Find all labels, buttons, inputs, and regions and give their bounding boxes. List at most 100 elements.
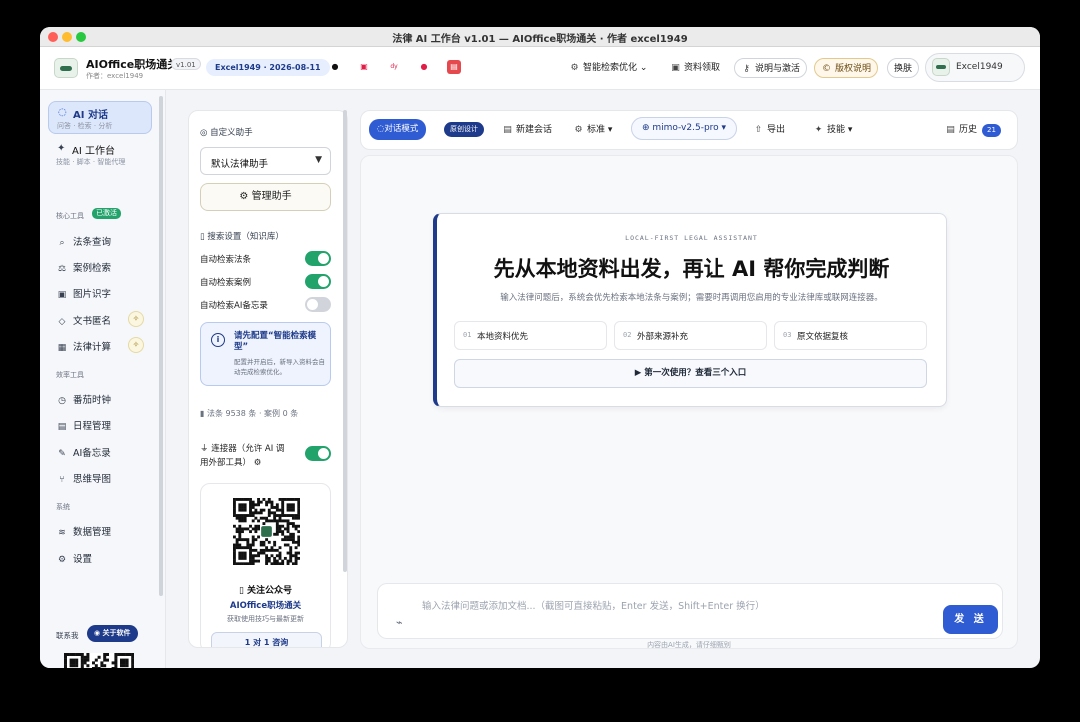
sidebar-item-ai-workbench[interactable]: ✦ AI 工作台 技能 · 脚本 · 智能代理: [48, 138, 152, 171]
activated-badge: 已激活: [92, 208, 121, 219]
globe-icon: ⊕: [641, 123, 653, 133]
welcome-subtitle: 输入法律问题后，系统会优先检索本地法条与案例；需要时再调用您启用的专业法律库或联…: [500, 293, 883, 303]
sidebar-item-ai-chat[interactable]: ◌ AI 对话 问答 · 检索 · 分析: [48, 101, 152, 134]
sidebar-item-ocr[interactable]: ▣ 图片识字: [56, 286, 111, 300]
activate-button[interactable]: ⚷ 说明与激活: [734, 58, 808, 78]
app-logo: [54, 58, 78, 78]
sidebar-item-pomodoro[interactable]: ◷ 番茄时钟: [56, 392, 111, 406]
auto-law-toggle[interactable]: [305, 251, 331, 266]
user-date-pill: Excel1949 · 2026-08-11: [206, 59, 330, 76]
phone-icon: ▯: [238, 586, 248, 596]
copyright-icon: ©: [822, 64, 831, 74]
shield-icon: ◇: [58, 317, 66, 327]
sidebar-item-mindmap[interactable]: ⑂ 思维导图: [56, 471, 111, 485]
sparkle-icon: ✦: [57, 143, 66, 154]
resources-button[interactable]: ▣ 资料领取: [664, 58, 726, 78]
step-card[interactable]: 02 外部来源补充: [614, 321, 767, 350]
chat-bubble-icon: ◌: [58, 107, 67, 118]
calculator-icon: ▦: [57, 343, 67, 353]
github-icon[interactable]: ●: [328, 60, 342, 74]
chat-mode-button[interactable]: ◌对话模式: [369, 119, 427, 140]
branch-icon: ⑂: [59, 475, 65, 485]
camera-icon: ▣: [57, 290, 67, 300]
skin-button[interactable]: 换肤: [887, 58, 920, 78]
follow-title: ▯ 关注公众号: [238, 586, 293, 596]
sidebar-item-case-search[interactable]: ⚖ 案例检索: [56, 260, 111, 274]
toggle-row-memo: 自动检索AI备忘录: [200, 297, 331, 313]
user-name: Excel1949: [956, 62, 1003, 72]
standard-mode-select[interactable]: ⚙ 标准 ▾: [573, 120, 612, 140]
search-icon: ⌕: [59, 238, 65, 248]
welcome-eyebrow: LOCAL-FIRST LEGAL ASSISTANT: [625, 234, 758, 242]
step-card[interactable]: 01 本地资料优先: [454, 321, 607, 350]
about-button[interactable]: ◉ 关于软件: [87, 625, 138, 642]
model-select[interactable]: ⊕ mimo-v2.5-pro ▾: [631, 117, 737, 140]
composer: 输入法律问题或添加文档...（截图可直接粘贴，Enter 发送，Shift+En…: [377, 583, 1003, 639]
version-badge: v1.01: [171, 58, 201, 70]
sparkle-badge-icon: ✧: [128, 337, 144, 353]
gift-icon: ▣: [671, 63, 680, 73]
bilibili-icon[interactable]: ▣: [357, 60, 371, 74]
config-notice[interactable]: i 请先配置“智能检索模型” 配置并开启后，新导入资料会自动完成检索优化。: [200, 322, 331, 386]
scale-icon: ⚖: [57, 264, 67, 274]
kb-stats: ▮ 法条 9538 条 · 案例 0 条: [200, 409, 299, 418]
sidebar-scrollbar[interactable]: [159, 96, 163, 596]
assistant-panel: ◎ 自定义助手 默认法律助手 ▼ ⚙ 管理助手 ▯ 搜索设置（知识库） 自动检索…: [188, 110, 348, 648]
export-button[interactable]: ⇧ 导出: [753, 120, 785, 140]
document-icon: ▤: [946, 125, 955, 135]
history-button[interactable]: ▤ 历史 21: [945, 120, 1001, 140]
auto-memo-toggle[interactable]: [305, 297, 331, 312]
gear-icon: ⚙: [239, 191, 252, 202]
search-settings-label: ▯ 搜索设置（知识库）: [200, 232, 284, 242]
welcome-card: LOCAL-FIRST LEGAL ASSISTANT 先从本地资料出发，再让 …: [433, 213, 947, 407]
first-use-guide-button[interactable]: ▶ 第一次使用？查看三个入口: [454, 359, 927, 388]
sidebar-item-law-query[interactable]: ⌕ 法条查询: [56, 234, 111, 248]
gear-icon: ⚙: [251, 458, 262, 468]
sidebar-item-settings[interactable]: ⚙ 设置: [56, 551, 92, 565]
efficiency-tools-label: 效率工具: [56, 371, 84, 379]
pen-icon: ✎: [58, 449, 66, 459]
sparkle-icon: ✦: [814, 125, 823, 135]
douyin-icon[interactable]: dy: [387, 60, 401, 74]
history-count-badge: 21: [982, 124, 1001, 137]
welcome-title: 先从本地资料出发，再让 AI 帮你完成判断: [493, 257, 890, 281]
title-bar: 法律 AI 工作台 v1.01 — AIOffice职场通关 · 作者 exce…: [40, 27, 1040, 47]
chat-canvas: LOCAL-FIRST LEGAL ASSISTANT 先从本地资料出发，再让 …: [360, 155, 1018, 649]
follow-account-name: AIOffice职场通关: [229, 601, 302, 611]
system-label: 系统: [56, 503, 70, 511]
copyright-button[interactable]: © 版权说明: [814, 58, 879, 78]
manage-assistant-button[interactable]: ⚙ 管理助手: [200, 183, 331, 211]
weibo-icon[interactable]: ●: [417, 60, 431, 74]
connector-label: ⏚ 连接器（允许 AI 调用外部工具） ⚙: [200, 444, 285, 468]
original-design-badge: 原创设计: [444, 122, 484, 137]
search-optimize-menu[interactable]: ⚙ 智能检索优化 ⌄: [563, 58, 653, 78]
sidebar-item-anonymize[interactable]: ◇ 文书匿名: [56, 313, 111, 327]
avatar: [932, 58, 950, 76]
clock-icon: ◷: [58, 396, 66, 406]
xiaohongshu-icon[interactable]: ▤: [447, 60, 461, 74]
step-card[interactable]: 03 原文依据复核: [774, 321, 927, 350]
auto-case-toggle[interactable]: [305, 274, 331, 289]
paperclip-icon[interactable]: ⌁: [396, 616, 403, 629]
ai-disclaimer: 内容由AI生成，请仔细甄别: [647, 641, 731, 649]
connector-toggle[interactable]: [305, 446, 331, 461]
new-chat-button[interactable]: ▤ 新建会话: [502, 120, 552, 140]
sidebar-item-law-calc[interactable]: ▦ 法律计算: [56, 339, 111, 353]
gear-icon: ⚙: [570, 63, 579, 73]
assistant-select[interactable]: 默认法律助手 ▼: [200, 147, 331, 175]
app-header: AIOffice职场通关 作者：excel1949 v1.01 Excel194…: [40, 47, 1040, 90]
toggle-row-case: 自动检索案例: [200, 274, 331, 290]
panel-scrollbar[interactable]: [343, 110, 347, 572]
user-profile-button[interactable]: Excel1949: [925, 53, 1025, 82]
follow-description: 获取使用技巧与最新更新: [227, 615, 304, 623]
sidebar-item-data[interactable]: ≋ 数据管理: [56, 524, 111, 538]
send-button[interactable]: 发 送: [943, 605, 998, 634]
calendar-icon: ▤: [57, 422, 67, 432]
skills-menu[interactable]: ✦ 技能 ▾: [813, 120, 853, 140]
message-input[interactable]: 输入法律问题或添加文档...（截图可直接粘贴，Enter 发送，Shift+En…: [422, 598, 765, 612]
wechat-qr-code: [233, 498, 300, 565]
sidebar: ◌ AI 对话 问答 · 检索 · 分析 ✦ AI 工作台 技能 · 脚本 · …: [40, 90, 166, 668]
consult-button[interactable]: 1 对 1 咨询: [211, 632, 322, 647]
sidebar-item-schedule[interactable]: ▤ 日程管理: [56, 418, 111, 432]
sidebar-item-ai-memo[interactable]: ✎ AI备忘录: [56, 445, 111, 459]
